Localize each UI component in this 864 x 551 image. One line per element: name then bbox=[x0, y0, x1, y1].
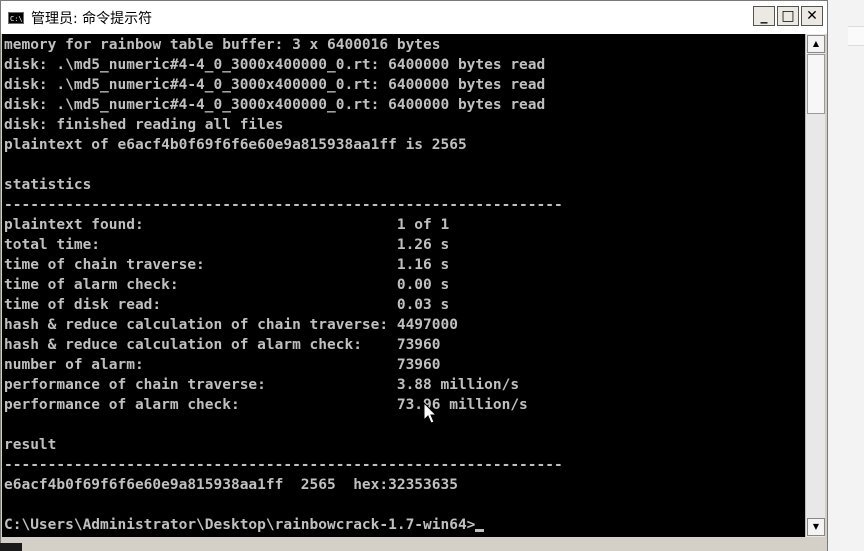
close-button[interactable]: ✕ bbox=[801, 6, 823, 26]
console-lines: memory for rainbow table buffer: 3 x 640… bbox=[4, 35, 805, 515]
prompt-path: C:\Users\Administrator\Desktop\rainbowcr… bbox=[4, 517, 476, 533]
console-line: plaintext of e6acf4b0f69f6f6e60e9a815938… bbox=[4, 137, 467, 153]
console-line: time of alarm check: 0.00 s bbox=[4, 277, 450, 293]
console-line: plaintext found: 1 of 1 bbox=[4, 217, 450, 233]
text-cursor bbox=[475, 529, 485, 532]
console-line: e6acf4b0f69f6f6e60e9a815938aa1ff 2565 he… bbox=[4, 477, 458, 493]
cmd-app-icon[interactable]: C:\ bbox=[8, 11, 24, 24]
console-line: disk: .\md5_numeric#4-4_0_3000x400000_0.… bbox=[4, 97, 546, 113]
console-line: disk: .\md5_numeric#4-4_0_3000x400000_0.… bbox=[4, 77, 546, 93]
background-window-edge bbox=[848, 26, 864, 46]
console-line: memory for rainbow table buffer: 3 x 640… bbox=[4, 37, 441, 53]
console-line: performance of chain traverse: 3.88 mill… bbox=[4, 377, 520, 393]
vertical-scrollbar[interactable]: ▲ ▼ bbox=[805, 34, 825, 537]
maximize-button[interactable]: □ bbox=[777, 6, 799, 26]
console-line: disk: .\md5_numeric#4-4_0_3000x400000_0.… bbox=[4, 57, 546, 73]
minimize-button[interactable]: _ bbox=[753, 6, 775, 26]
scroll-down-arrow-icon[interactable]: ▼ bbox=[807, 518, 825, 536]
window-controls: _ □ ✕ bbox=[753, 6, 823, 26]
console-line: disk: finished reading all files bbox=[4, 117, 284, 133]
console-line: performance of alarm check: 73.96 millio… bbox=[4, 397, 528, 413]
mouse-pointer-icon bbox=[423, 402, 438, 424]
console-line: number of alarm: 73960 bbox=[4, 357, 441, 373]
desktop-background bbox=[828, 0, 864, 551]
console-line: ----------------------------------------… bbox=[4, 457, 563, 473]
console-line: ----------------------------------------… bbox=[4, 197, 563, 213]
scroll-up-arrow-icon[interactable]: ▲ bbox=[807, 35, 825, 53]
taskbar-edge bbox=[0, 543, 22, 551]
console-line: time of chain traverse: 1.16 s bbox=[4, 257, 450, 273]
console-line: result bbox=[4, 437, 57, 453]
console-line: total time: 1.26 s bbox=[4, 237, 450, 253]
scrollbar-thumb[interactable] bbox=[807, 54, 825, 114]
console-output[interactable]: memory for rainbow table buffer: 3 x 640… bbox=[2, 34, 805, 537]
window-bottom-border bbox=[1, 537, 827, 551]
console-line: statistics bbox=[4, 177, 92, 193]
console-line: hash & reduce calculation of alarm check… bbox=[4, 337, 441, 353]
command-prompt-line[interactable]: C:\Users\Administrator\Desktop\rainbowcr… bbox=[4, 515, 805, 535]
title-bar[interactable]: C:\ 管理员: 命令提示符 _ □ ✕ bbox=[1, 1, 827, 34]
command-prompt-window: C:\ 管理员: 命令提示符 _ □ ✕ memory for rainbow … bbox=[0, 0, 828, 551]
console-line: hash & reduce calculation of chain trave… bbox=[4, 317, 458, 333]
window-title: 管理员: 命令提示符 bbox=[31, 10, 153, 27]
console-line: time of disk read: 0.03 s bbox=[4, 297, 450, 313]
